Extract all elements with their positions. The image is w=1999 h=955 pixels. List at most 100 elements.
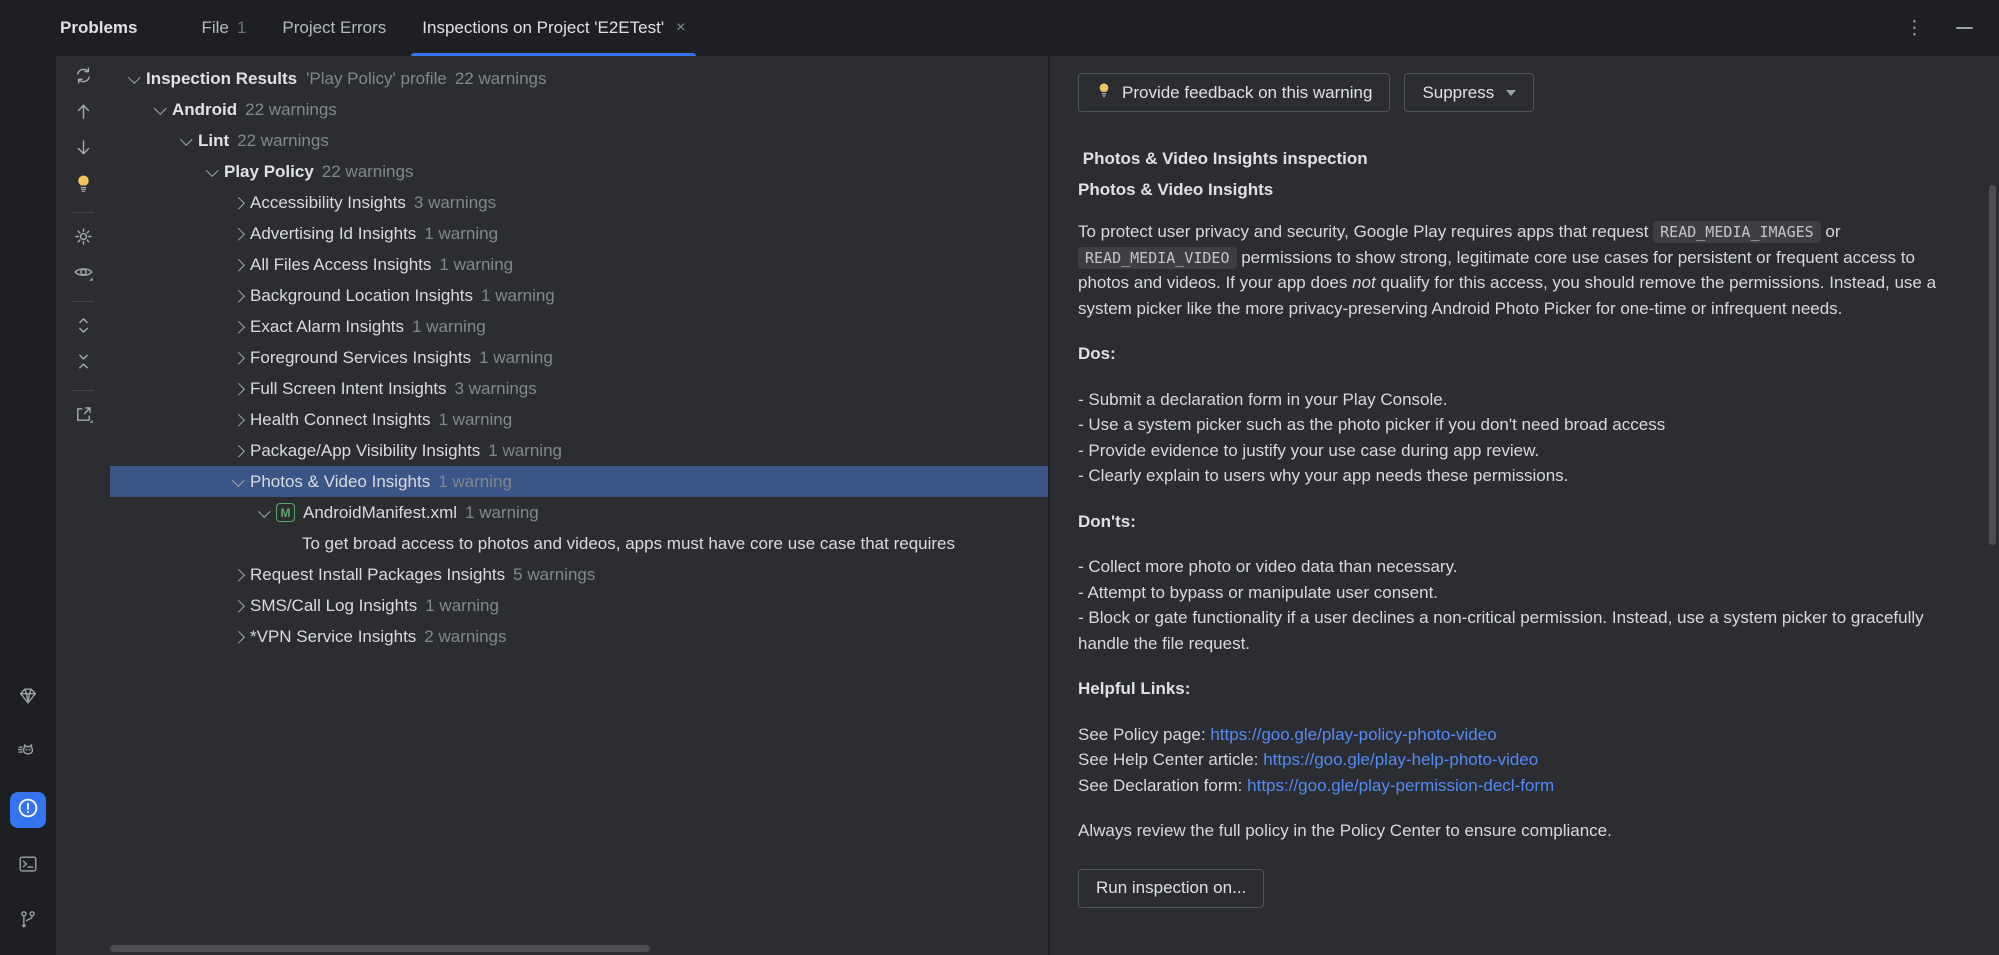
open-in-new-window-icon (73, 404, 94, 430)
expand-all-button[interactable] (71, 316, 95, 340)
toolbar-divider (72, 212, 94, 213)
description-text: or (1821, 222, 1841, 241)
tree-row-full-screen-intent-insights[interactable]: Full Screen Intent Insights 3 warnings (110, 373, 1048, 404)
collapse-all-button[interactable] (71, 352, 95, 376)
quick-fix-button[interactable] (71, 174, 95, 198)
preview-toggle-button[interactable] (71, 263, 95, 287)
chevron-right-icon[interactable] (226, 229, 250, 239)
tree-row-profile: 'Play Policy' profile (306, 69, 447, 89)
tree-row-count: 3 warnings (455, 379, 537, 399)
run-inspection-button[interactable]: Run inspection on... (1078, 869, 1264, 908)
donts-list: - Collect more photo or video data than … (1078, 554, 1969, 656)
tree-row-label: SMS/Call Log Insights (250, 596, 417, 616)
chevron-down-icon[interactable] (122, 76, 146, 82)
tree-row-count: 1 warning (479, 348, 553, 368)
tree-row-exact-alarm-insights[interactable]: Exact Alarm Insights 1 warning (110, 311, 1048, 342)
close-icon[interactable]: × (676, 20, 685, 36)
chevron-down-icon[interactable] (174, 138, 198, 144)
description-text: To protect user privacy and security, Go… (1078, 222, 1653, 241)
tree-row-sms-call-log-insights[interactable]: SMS/Call Log Insights 1 warning (110, 590, 1048, 621)
tree-row-count: 2 warnings (424, 627, 506, 647)
dos-item: - Submit a declaration form in your Play… (1078, 387, 1969, 413)
tree-row-label: Advertising Id Insights (250, 224, 416, 244)
next-problem-button[interactable] (71, 138, 95, 162)
tree-row-advertising-id-insights[interactable]: Advertising Id Insights 1 warning (110, 218, 1048, 249)
stripe-button-diamond[interactable] (10, 680, 46, 716)
open-in-new-window-button[interactable] (71, 405, 95, 429)
provide-feedback-button[interactable]: Provide feedback on this warning (1078, 73, 1390, 112)
tab-project-errors[interactable]: Project Errors (264, 0, 404, 56)
inspection-settings-button[interactable] (71, 227, 95, 251)
chevron-down-icon[interactable] (200, 169, 224, 175)
chevron-down-icon[interactable] (252, 510, 276, 516)
tree-row-count: 1 warning (439, 410, 513, 430)
tree-row-all-files-access-insights[interactable]: All Files Access Insights 1 warning (110, 249, 1048, 280)
stripe-button-git[interactable] (10, 904, 46, 940)
chevron-right-icon[interactable] (226, 291, 250, 301)
main-area: Inspection Results 'Play Policy' profile… (0, 56, 1999, 955)
chevron-right-icon[interactable] (226, 322, 250, 332)
tab-label: Project Errors (282, 18, 386, 38)
horizontal-scrollbar[interactable] (110, 945, 650, 952)
inspection-results-tree: Inspection Results 'Play Policy' profile… (110, 56, 1048, 955)
problems-toolbar (56, 56, 110, 955)
logcat-cat-icon (17, 741, 39, 768)
tree-row-android[interactable]: Android 22 warnings (110, 94, 1048, 125)
tree-row-label: Play Policy (224, 162, 314, 182)
tree-row-vpn-service-insights[interactable]: *VPN Service Insights 2 warnings (110, 621, 1048, 652)
git-branch-icon (17, 909, 39, 936)
donts-item: - Collect more photo or video data than … (1078, 554, 1969, 580)
permission-chip: READ_MEDIA_IMAGES (1653, 221, 1821, 243)
stripe-button-logcat[interactable] (10, 736, 46, 772)
tree-row-lint[interactable]: Lint 22 warnings (110, 125, 1048, 156)
tree-row-foreground-services-insights[interactable]: Foreground Services Insights 1 warning (110, 342, 1048, 373)
tree-row-inspection-results[interactable]: Inspection Results 'Play Policy' profile… (110, 63, 1048, 94)
chevron-right-icon[interactable] (226, 384, 250, 394)
vertical-scrollbar[interactable] (1989, 185, 1996, 545)
chevron-right-icon[interactable] (226, 446, 250, 456)
chevron-right-icon[interactable] (226, 353, 250, 363)
chevron-right-icon[interactable] (226, 601, 250, 611)
lightbulb-icon (73, 173, 94, 199)
tab-count: 1 (237, 18, 246, 38)
chevron-down-icon[interactable] (148, 107, 172, 113)
stripe-button-problems[interactable] (10, 792, 46, 828)
previous-problem-button[interactable] (71, 102, 95, 126)
rerun-inspection-button[interactable] (71, 66, 95, 90)
tree-row-label: Photos & Video Insights (250, 472, 430, 492)
hide-tool-window-icon[interactable] (1956, 27, 1973, 29)
chevron-down-icon (1506, 90, 1516, 96)
tree-row-label: Foreground Services Insights (250, 348, 471, 368)
tree-row-play-policy[interactable]: Play Policy 22 warnings (110, 156, 1048, 187)
declaration-form-link[interactable]: https://goo.gle/play-permission-decl-for… (1247, 776, 1554, 795)
suppress-button[interactable]: Suppress (1404, 73, 1534, 112)
tree-row-package-app-visibility-insights[interactable]: Package/App Visibility Insights 1 warnin… (110, 435, 1048, 466)
link-line: See Help Center article: https://goo.gle… (1078, 747, 1969, 773)
chevron-down-icon[interactable] (226, 479, 250, 485)
tree-row-background-location-insights[interactable]: Background Location Insights 1 warning (110, 280, 1048, 311)
dos-item: - Use a system picker such as the photo … (1078, 412, 1969, 438)
tree-row-photos-video-insights-selected[interactable]: Photos & Video Insights 1 warning (110, 466, 1048, 497)
tree-row-warning-description[interactable]: To get broad access to photos and videos… (110, 528, 1048, 559)
tree-row-label: Request Install Packages Insights (250, 565, 505, 585)
chevron-right-icon[interactable] (226, 632, 250, 642)
tree-row-health-connect-insights[interactable]: Health Connect Insights 1 warning (110, 404, 1048, 435)
tab-inspections[interactable]: Inspections on Project 'E2ETest' × (404, 0, 703, 56)
more-options-icon[interactable]: ⋮ (1905, 19, 1924, 38)
inspection-details-panel: Provide feedback on this warning Suppres… (1048, 56, 1999, 955)
tree-row-request-install-packages-insights[interactable]: Request Install Packages Insights 5 warn… (110, 559, 1048, 590)
tree-row-accessibility-insights[interactable]: Accessibility Insights 3 warnings (110, 187, 1048, 218)
help-center-link[interactable]: https://goo.gle/play-help-photo-video (1263, 750, 1538, 769)
tree-row-androidmanifest[interactable]: M AndroidManifest.xml 1 warning (110, 497, 1048, 528)
tree-row-count: 1 warning (438, 472, 512, 492)
tree-row-count: 1 warning (424, 224, 498, 244)
policy-page-link[interactable]: https://goo.gle/play-policy-photo-video (1210, 725, 1496, 744)
tool-window-header: Problems File 1 Project Errors Inspectio… (0, 0, 1999, 56)
chevron-right-icon[interactable] (226, 415, 250, 425)
donts-heading: Don'ts: (1078, 509, 1969, 535)
tab-file[interactable]: File 1 (183, 0, 264, 56)
chevron-right-icon[interactable] (226, 260, 250, 270)
chevron-right-icon[interactable] (226, 570, 250, 580)
chevron-right-icon[interactable] (226, 198, 250, 208)
stripe-button-terminal[interactable] (10, 848, 46, 884)
